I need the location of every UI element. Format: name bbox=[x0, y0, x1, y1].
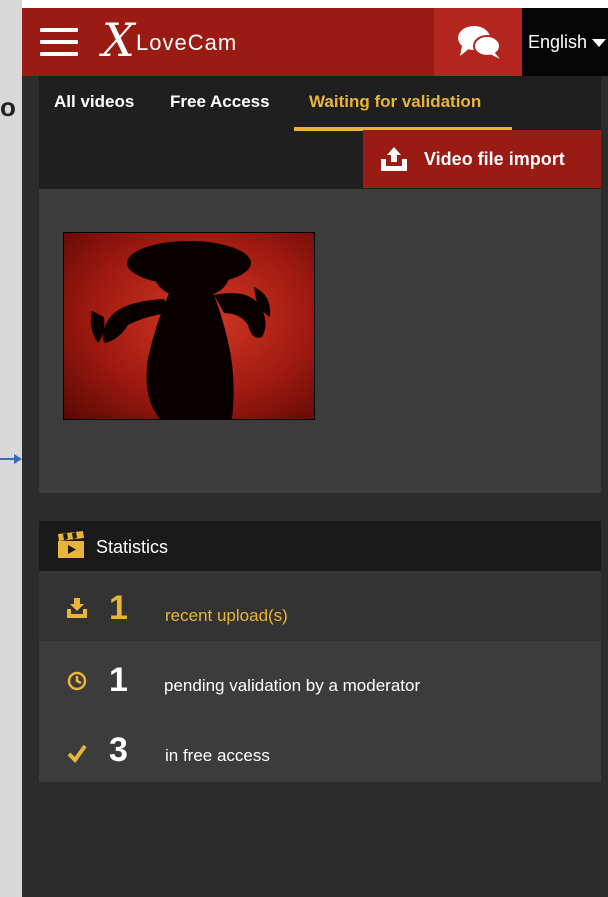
logo-text: LoveCam bbox=[136, 30, 238, 55]
video-tabs: All videos Free Access Waiting for valid… bbox=[39, 76, 601, 189]
language-label: English bbox=[528, 32, 588, 52]
video-file-import-label: Video file import bbox=[424, 149, 565, 169]
tab-all-videos[interactable]: All videos bbox=[54, 92, 134, 112]
clapperboard-icon bbox=[58, 531, 84, 558]
chat-bubbles-icon bbox=[458, 26, 501, 59]
app-screen: X LoveCam English All videos Free Access… bbox=[22, 0, 608, 897]
status-strip bbox=[22, 0, 608, 8]
video-file-import-button[interactable]: Video file import bbox=[363, 130, 601, 188]
stat-row-recent-uploads: 1 recent upload(s) bbox=[39, 571, 601, 641]
recent-uploads-count: 1 bbox=[109, 589, 128, 627]
pending-validation-count: 1 bbox=[109, 661, 128, 699]
free-access-label: in free access bbox=[165, 746, 270, 765]
stat-rows-bottom: 1 pending validation by a moderator 3 in… bbox=[39, 641, 601, 782]
download-icon bbox=[67, 598, 87, 618]
language-selector[interactable]: English bbox=[522, 8, 608, 76]
arrow-right-icon bbox=[0, 454, 22, 464]
upload-icon bbox=[381, 147, 407, 171]
pending-validation-label: pending validation by a moderator bbox=[164, 676, 421, 695]
left-gutter: o bbox=[0, 0, 22, 897]
tab-free-access[interactable]: Free Access bbox=[170, 92, 270, 112]
video-panel bbox=[39, 189, 601, 493]
hamburger-icon[interactable] bbox=[40, 28, 78, 56]
caret-down-icon bbox=[592, 39, 606, 47]
free-access-count: 3 bbox=[109, 731, 128, 769]
tab-waiting-for-validation[interactable]: Waiting for validation bbox=[309, 92, 481, 112]
clock-icon bbox=[67, 671, 87, 691]
recent-uploads-label: recent upload(s) bbox=[165, 606, 288, 625]
chat-button[interactable] bbox=[434, 8, 522, 76]
statistics-header: Statistics bbox=[39, 521, 601, 571]
cut-off-text: o bbox=[0, 92, 16, 122]
logo-x: X bbox=[102, 13, 135, 67]
video-thumbnail[interactable] bbox=[63, 232, 315, 420]
checkmark-icon bbox=[67, 744, 87, 763]
top-bar: X LoveCam English bbox=[22, 8, 608, 76]
silhouette-image bbox=[90, 241, 271, 419]
statistics-title: Statistics bbox=[96, 537, 169, 557]
